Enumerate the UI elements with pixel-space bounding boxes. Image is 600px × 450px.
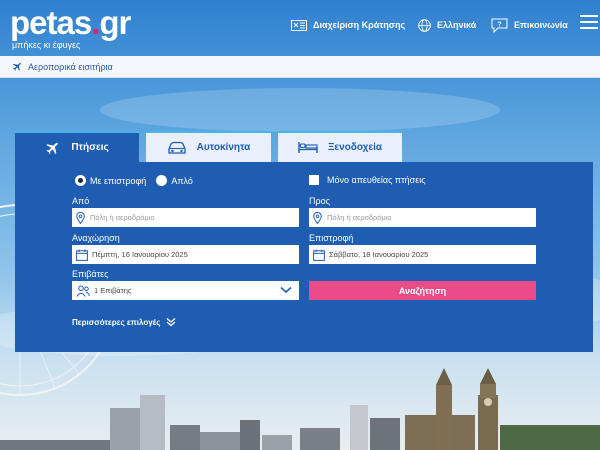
round-trip-label: Με επιστροφή bbox=[90, 175, 147, 186]
chevron-down-icon bbox=[280, 286, 292, 294]
direct-flights-option[interactable]: Μόνο απευθείας πτήσεις bbox=[309, 175, 426, 185]
calendar-icon bbox=[76, 249, 88, 261]
language-label: Ελληνικά bbox=[437, 20, 477, 30]
globe-icon bbox=[418, 18, 431, 32]
return-date-value: Σάββατο, 18 Ιανουαρίου 2025 bbox=[329, 250, 429, 259]
to-input[interactable]: Πόλη ή αεροδρόμιο bbox=[309, 208, 536, 227]
tab-flights-label: Πτήσεις bbox=[71, 142, 109, 153]
location-pin-icon bbox=[313, 211, 322, 224]
manage-booking-label: Διαχείριση Κράτησης bbox=[313, 20, 406, 30]
departure-label: Αναχώρηση bbox=[72, 233, 120, 243]
one-way-option[interactable]: Απλό bbox=[156, 175, 193, 186]
booking-ticket-icon bbox=[291, 19, 307, 31]
round-trip-option[interactable]: Με επιστροφή bbox=[75, 175, 146, 186]
help-chat-icon: ? bbox=[491, 18, 508, 33]
petas-logo[interactable]: petas.gr μπήκες κι έφυγες bbox=[10, 4, 131, 52]
location-pin-icon bbox=[76, 211, 85, 224]
from-input[interactable]: Πόλη ή αεροδρόμιο bbox=[72, 208, 299, 227]
departure-date-field[interactable]: Πέμπτη, 16 Ιανουαρίου 2025 bbox=[72, 245, 299, 264]
svg-text:?: ? bbox=[497, 21, 501, 28]
one-way-label: Απλό bbox=[171, 175, 193, 186]
calendar-icon bbox=[313, 249, 325, 261]
flight-search-panel: Με επιστροφή Απλό Μόνο απευθείας πτήσεις… bbox=[15, 162, 593, 352]
direct-flights-checkbox[interactable] bbox=[309, 175, 319, 185]
tab-hotels[interactable]: Ξενοδοχεία bbox=[278, 131, 402, 162]
double-chevron-down-icon bbox=[167, 318, 176, 327]
language-selector[interactable]: Ελληνικά bbox=[418, 16, 476, 34]
more-options-label: Περισσότερες επιλογές bbox=[72, 317, 161, 327]
from-placeholder: Πόλη ή αεροδρόμιο bbox=[90, 213, 155, 222]
return-label: Επιστροφή bbox=[309, 233, 354, 243]
round-trip-radio[interactable] bbox=[75, 175, 86, 186]
to-placeholder: Πόλη ή αεροδρόμιο bbox=[327, 213, 392, 222]
tab-cars[interactable]: Αυτοκίνητα bbox=[146, 131, 271, 162]
breadcrumb-flights-link[interactable]: Αεροπορικά εισιτήρια bbox=[28, 62, 113, 72]
site-header: petas.gr μπήκες κι έφυγες Διαχείριση Κρά… bbox=[0, 0, 600, 56]
tab-flights[interactable]: Πτήσεις bbox=[15, 131, 139, 162]
passengers-value: 1 Επιβάτης bbox=[94, 286, 132, 295]
tab-cars-label: Αυτοκίνητα bbox=[196, 142, 251, 153]
breadcrumb: Αεροπορικά εισιτήρια bbox=[0, 56, 600, 78]
more-options-toggle[interactable]: Περισσότερες επιλογές bbox=[72, 317, 176, 327]
contact-link[interactable]: ? Επικοινωνία bbox=[491, 16, 568, 34]
departure-date-value: Πέμπτη, 16 Ιανουαρίου 2025 bbox=[92, 250, 188, 259]
search-button[interactable]: Αναζήτηση bbox=[309, 281, 536, 300]
passengers-icon bbox=[76, 285, 90, 297]
to-label: Προς bbox=[309, 196, 330, 206]
direct-flights-label: Μόνο απευθείας πτήσεις bbox=[327, 175, 426, 185]
from-label: Από bbox=[72, 196, 90, 206]
passengers-label: Επιβάτες bbox=[72, 269, 109, 279]
logo-wordmark: petas bbox=[10, 4, 92, 41]
return-date-field[interactable]: Σάββατο, 18 Ιανουαρίου 2025 bbox=[309, 245, 536, 264]
tab-hotels-label: Ξενοδοχεία bbox=[327, 142, 383, 153]
plane-icon bbox=[46, 142, 59, 154]
plane-icon bbox=[12, 62, 21, 71]
logo-tagline: μπήκες κι έφυγες bbox=[12, 40, 81, 50]
bed-icon bbox=[298, 142, 318, 153]
one-way-radio[interactable] bbox=[156, 175, 168, 186]
manage-booking-link[interactable]: Διαχείριση Κράτησης bbox=[291, 16, 405, 34]
trip-type-options: Με επιστροφή Απλό bbox=[75, 175, 203, 186]
passengers-select[interactable]: 1 Επιβάτης bbox=[72, 281, 299, 300]
hamburger-menu-icon[interactable] bbox=[580, 15, 598, 29]
contact-label: Επικοινωνία bbox=[514, 20, 568, 30]
car-icon bbox=[167, 141, 186, 154]
